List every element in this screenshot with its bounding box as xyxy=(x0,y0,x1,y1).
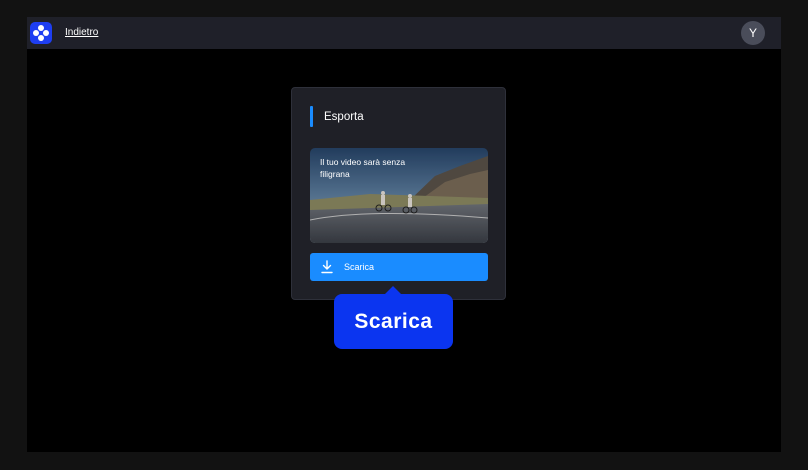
logo-dot xyxy=(38,35,44,41)
app-logo-icon[interactable] xyxy=(30,22,52,44)
watermark-notice-text: Il tuo video sarà senza filigrana xyxy=(320,157,406,179)
tooltip-arrow xyxy=(385,286,401,294)
export-title: Esporta xyxy=(324,111,364,123)
download-button[interactable]: Scarica xyxy=(310,253,488,281)
export-panel: Esporta Il tuo video sarà senza filigran… xyxy=(291,87,506,300)
download-icon xyxy=(321,260,333,274)
top-bar: Indietro Y xyxy=(27,17,781,49)
user-avatar[interactable]: Y xyxy=(741,21,765,45)
title-accent-bar xyxy=(310,106,313,127)
app-window: Indietro Y Esporta Il tuo video sarà sen… xyxy=(27,17,781,452)
download-tooltip: Scarica xyxy=(334,286,453,349)
back-link[interactable]: Indietro xyxy=(65,27,98,38)
video-preview-thumbnail: Il tuo video sarà senza filigrana xyxy=(310,148,488,243)
download-button-label: Scarica xyxy=(344,262,375,272)
tooltip-text: Scarica xyxy=(354,309,433,333)
logo-dot xyxy=(43,30,49,36)
